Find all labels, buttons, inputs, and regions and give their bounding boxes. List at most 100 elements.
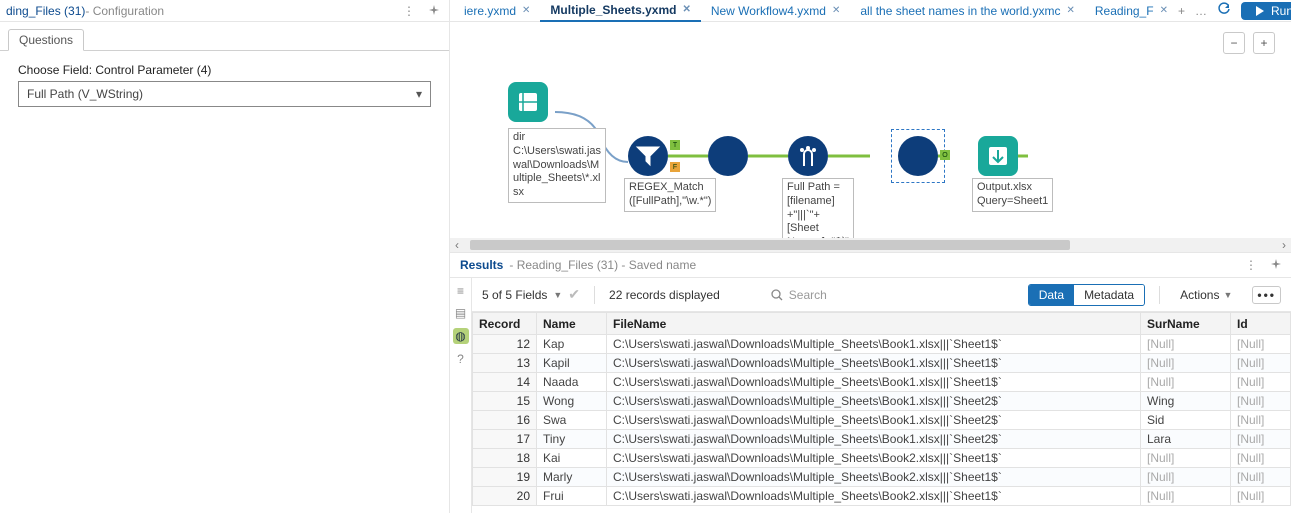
gutter-output-icon[interactable]: ◍ — [453, 328, 469, 344]
tool-formula[interactable]: Full Path = [filename] +"|||`"+[Sheet Na… — [788, 136, 828, 176]
results-pin-icon[interactable] — [1271, 258, 1281, 272]
anchor-true[interactable]: T — [670, 140, 680, 150]
config-menu-icon[interactable]: ⋮ — [403, 4, 415, 18]
cell[interactable]: Wong — [537, 392, 607, 411]
cell[interactable]: Marly — [537, 468, 607, 487]
search-input[interactable]: Search — [764, 285, 964, 305]
field-selector[interactable]: 5 of 5 Fields ▼ ✔ — [482, 286, 580, 303]
tab-more-icon[interactable]: … — [1195, 4, 1207, 18]
tool-directory[interactable]: dir C:\Users\swati.jas wal\Downloads\M u… — [508, 82, 606, 203]
column-header[interactable]: Record — [473, 313, 537, 335]
scroll-right-icon[interactable]: › — [1277, 238, 1291, 252]
workflow-canvas[interactable]: − + dir C:\Users\swati. — [450, 22, 1291, 252]
cell[interactable]: [Null] — [1231, 487, 1291, 506]
workflow-tab[interactable]: Reading_F✕ — [1085, 0, 1178, 22]
config-pin-icon[interactable] — [429, 4, 439, 18]
cell[interactable]: [Null] — [1231, 449, 1291, 468]
close-icon[interactable]: ✕ — [832, 5, 840, 16]
refresh-icon[interactable] — [1217, 2, 1231, 19]
cell[interactable]: 20 — [473, 487, 537, 506]
workflow-tab[interactable]: New Workflow4.yxmd✕ — [701, 0, 851, 22]
column-header[interactable]: SurName — [1141, 313, 1231, 335]
table-row[interactable]: 18KaiC:\Users\swati.jaswal\Downloads\Mul… — [473, 449, 1291, 468]
table-row[interactable]: 15WongC:\Users\swati.jaswal\Downloads\Mu… — [473, 392, 1291, 411]
scroll-left-icon[interactable]: ‹ — [450, 238, 464, 252]
cell[interactable]: Wing — [1141, 392, 1231, 411]
cell[interactable]: [Null] — [1231, 411, 1291, 430]
close-icon[interactable]: ✕ — [1160, 5, 1168, 16]
close-icon[interactable]: ✕ — [1066, 5, 1074, 16]
cell[interactable]: C:\Users\swati.jaswal\Downloads\Multiple… — [607, 487, 1141, 506]
cell[interactable]: [Null] — [1141, 373, 1231, 392]
table-row[interactable]: 16SwaC:\Users\swati.jaswal\Downloads\Mul… — [473, 411, 1291, 430]
cell[interactable]: [Null] — [1231, 354, 1291, 373]
cell[interactable]: [Null] — [1231, 468, 1291, 487]
tab-add-icon[interactable]: + — [1178, 4, 1185, 18]
workflow-tab[interactable]: all the sheet names in the world.yxmc✕ — [850, 0, 1084, 22]
field-dropdown[interactable]: Full Path (V_WString) ▾ — [18, 81, 431, 107]
workflow-tab[interactable]: Multiple_Sheets.yxmd✕ — [540, 0, 700, 22]
close-icon[interactable]: ✕ — [522, 5, 530, 16]
cell[interactable]: 17 — [473, 430, 537, 449]
cell[interactable]: [Null] — [1141, 354, 1231, 373]
cell[interactable]: [Null] — [1231, 392, 1291, 411]
cell[interactable]: [Null] — [1141, 468, 1231, 487]
cell[interactable]: 12 — [473, 335, 537, 354]
cell[interactable]: Kai — [537, 449, 607, 468]
table-row[interactable]: 17TinyC:\Users\swati.jaswal\Downloads\Mu… — [473, 430, 1291, 449]
tool-select[interactable] — [708, 136, 748, 176]
table-row[interactable]: 20FruiC:\Users\swati.jaswal\Downloads\Mu… — [473, 487, 1291, 506]
column-header[interactable]: Id — [1231, 313, 1291, 335]
gutter-msg-icon[interactable]: ▤ — [455, 306, 466, 320]
tool-output[interactable]: Output.xlsx Query=Sheet1 — [978, 136, 1018, 176]
cell[interactable]: 14 — [473, 373, 537, 392]
zoom-out-button[interactable]: − — [1223, 32, 1245, 54]
anchor-output[interactable]: O — [940, 150, 950, 160]
gutter-list-icon[interactable]: ≡ — [457, 284, 464, 298]
cell[interactable]: 18 — [473, 449, 537, 468]
run-button[interactable]: Run — [1241, 2, 1291, 20]
tool-filter[interactable]: T F REGEX_Match ([FullPath],"\w.*") — [628, 136, 668, 176]
scroll-thumb[interactable] — [470, 240, 1070, 250]
cell[interactable]: [Null] — [1231, 373, 1291, 392]
tab-questions[interactable]: Questions — [8, 29, 84, 51]
cell[interactable]: Naada — [537, 373, 607, 392]
cell[interactable]: C:\Users\swati.jaswal\Downloads\Multiple… — [607, 392, 1141, 411]
gutter-help-icon[interactable]: ? — [457, 352, 464, 366]
workflow-tab[interactable]: iere.yxmd✕ — [454, 0, 540, 22]
results-grid[interactable]: RecordNameFileNameSurNameId 12KapC:\User… — [472, 312, 1291, 513]
column-header[interactable]: FileName — [607, 313, 1141, 335]
table-row[interactable]: 14NaadaC:\Users\swati.jaswal\Downloads\M… — [473, 373, 1291, 392]
zoom-in-button[interactable]: + — [1253, 32, 1275, 54]
cell[interactable]: C:\Users\swati.jaswal\Downloads\Multiple… — [607, 411, 1141, 430]
cell[interactable]: Kapil — [537, 354, 607, 373]
cell[interactable]: [Null] — [1141, 487, 1231, 506]
table-row[interactable]: 12KapC:\Users\swati.jaswal\Downloads\Mul… — [473, 335, 1291, 354]
view-toggle[interactable]: Data Metadata — [1028, 284, 1145, 306]
cell[interactable]: C:\Users\swati.jaswal\Downloads\Multiple… — [607, 430, 1141, 449]
cell[interactable]: 19 — [473, 468, 537, 487]
cell[interactable]: 15 — [473, 392, 537, 411]
canvas-scrollbar-h[interactable]: ‹ › — [450, 238, 1291, 252]
cell[interactable]: C:\Users\swati.jaswal\Downloads\Multiple… — [607, 335, 1141, 354]
cell[interactable]: [Null] — [1141, 449, 1231, 468]
table-row[interactable]: 13KapilC:\Users\swati.jaswal\Downloads\M… — [473, 354, 1291, 373]
cell[interactable]: Tiny — [537, 430, 607, 449]
view-metadata[interactable]: Metadata — [1074, 285, 1144, 305]
cell[interactable]: [Null] — [1141, 335, 1231, 354]
cell[interactable]: Swa — [537, 411, 607, 430]
cell[interactable]: 13 — [473, 354, 537, 373]
cell[interactable]: C:\Users\swati.jaswal\Downloads\Multiple… — [607, 373, 1141, 392]
cell[interactable]: Lara — [1141, 430, 1231, 449]
table-row[interactable]: 19MarlyC:\Users\swati.jaswal\Downloads\M… — [473, 468, 1291, 487]
cell[interactable]: C:\Users\swati.jaswal\Downloads\Multiple… — [607, 354, 1141, 373]
cell[interactable]: C:\Users\swati.jaswal\Downloads\Multiple… — [607, 449, 1141, 468]
close-icon[interactable]: ✕ — [682, 4, 690, 15]
cell[interactable]: Frui — [537, 487, 607, 506]
cell[interactable]: [Null] — [1231, 335, 1291, 354]
cell-viewer-button[interactable]: ••• — [1252, 286, 1281, 304]
cell[interactable]: C:\Users\swati.jaswal\Downloads\Multiple… — [607, 468, 1141, 487]
anchor-false[interactable]: F — [670, 162, 680, 172]
cell[interactable]: [Null] — [1231, 430, 1291, 449]
cell[interactable]: 16 — [473, 411, 537, 430]
